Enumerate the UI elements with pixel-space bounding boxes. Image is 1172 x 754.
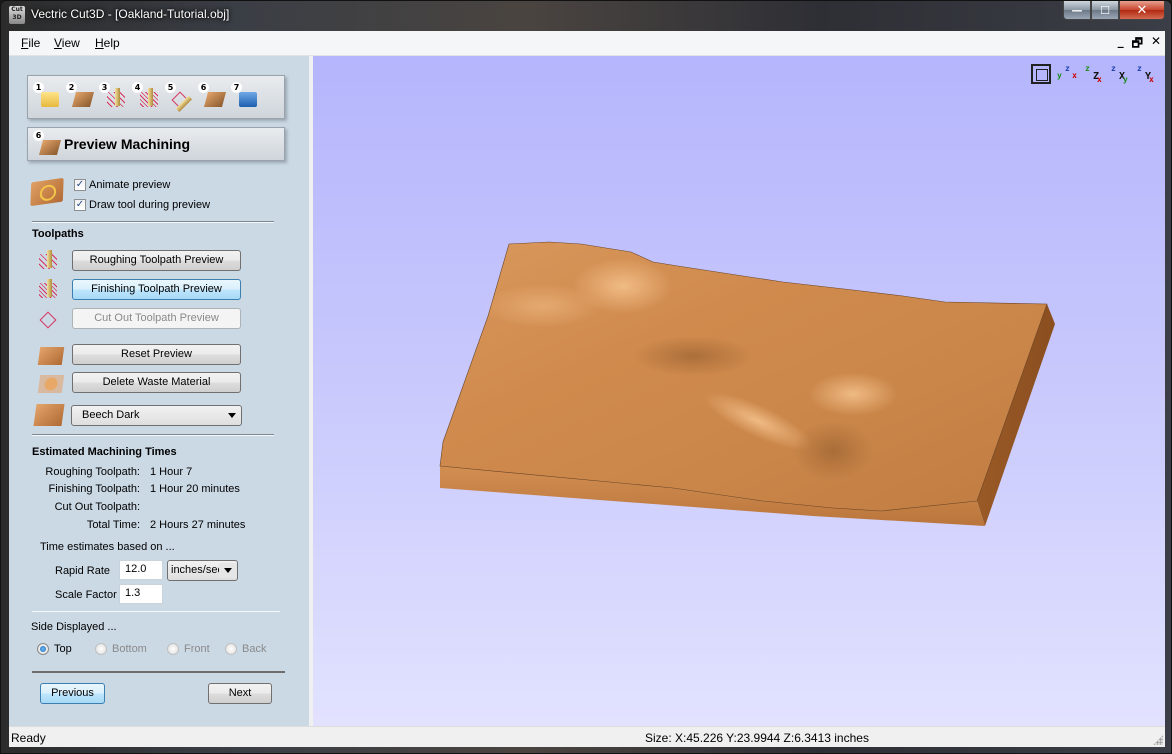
3d-viewport[interactable]: z y x z Z x z X y z Y x xyxy=(313,56,1165,726)
side-bottom-radio[interactable]: Bottom xyxy=(95,643,147,655)
model-size-readout: Size: X:45.226 Y:23.9944 Z:6.3413 inches xyxy=(645,731,869,745)
model-top-surface xyxy=(439,241,1048,512)
divider xyxy=(32,611,280,612)
checkbox-check-icon: ✓ xyxy=(74,179,86,191)
radio-icon xyxy=(225,643,237,655)
previous-button[interactable]: Previous xyxy=(40,683,105,704)
roughing-time-value: 1 Hour 7 xyxy=(150,466,193,478)
side-top-radio[interactable]: Top xyxy=(37,643,72,655)
finishing-preview-button[interactable]: Finishing Toolpath Preview xyxy=(72,279,241,300)
mdi-restore-button[interactable]: 🗗 xyxy=(1132,34,1143,55)
app-window: Cut 3D Vectric Cut3D - [Oakland-Tutorial… xyxy=(0,0,1172,754)
radio-icon xyxy=(37,643,49,655)
rapid-rate-label: Rapid Rate xyxy=(55,565,111,577)
total-time-label: Total Time: xyxy=(86,519,140,531)
step-7-save-button[interactable]: 7 xyxy=(231,82,258,110)
chevron-down-icon xyxy=(228,413,236,418)
finishing-time-value: 1 Hour 20 minutes xyxy=(150,483,240,495)
close-button[interactable]: ✕ xyxy=(1119,1,1165,20)
step-4-finishing-button[interactable]: 4 xyxy=(132,82,159,110)
minimize-icon: — xyxy=(1071,3,1083,17)
status-text: Ready xyxy=(11,731,46,745)
step-3-roughing-button[interactable]: 3 xyxy=(99,82,126,110)
scale-factor-label: Scale Factor xyxy=(55,589,117,601)
step-header: 6 Preview Machining xyxy=(27,127,285,161)
save-toolpaths-icon xyxy=(239,92,257,107)
roughing-toolpath-icon xyxy=(39,250,61,273)
finishing-time-label: Finishing Toolpath: xyxy=(48,483,140,495)
machining-times-heading: Estimated Machining Times xyxy=(32,446,177,458)
maximize-button[interactable]: ☐ xyxy=(1091,1,1119,20)
rapid-rate-unit-select[interactable]: inches/sec xyxy=(167,560,238,581)
delete-waste-button[interactable]: Delete Waste Material xyxy=(72,372,241,393)
roughing-toolpath-icon xyxy=(107,88,125,107)
wizard-panel: 1 2 3 4 5 6 7 6 Preview Machining ✓ Anim… xyxy=(9,56,309,726)
menu-bar: File View Help _ 🗗 ✕ xyxy=(9,31,1165,56)
menu-view[interactable]: View xyxy=(54,36,80,50)
page-title: Preview Machining xyxy=(64,136,191,152)
terrain-ridge-highlight xyxy=(483,284,603,328)
next-button[interactable]: Next xyxy=(208,683,272,704)
cutout-toolpath-icon xyxy=(171,91,189,109)
terrain-ridge-highlight xyxy=(808,372,898,416)
animate-preview-checkbox[interactable]: ✓ Animate preview xyxy=(74,179,170,191)
reset-preview-icon xyxy=(37,347,65,365)
step-6-preview-button[interactable]: 6 xyxy=(198,82,227,110)
resize-grip[interactable] xyxy=(1153,735,1163,745)
finishing-toolpath-icon xyxy=(140,88,158,107)
reset-preview-button[interactable]: Reset Preview xyxy=(72,344,241,365)
cutout-preview-button[interactable]: Cut Out Toolpath Preview xyxy=(72,308,241,329)
material-select[interactable]: Beech Dark xyxy=(71,405,242,426)
material-swatch-icon xyxy=(33,404,65,426)
mdi-minimize-button[interactable]: _ xyxy=(1118,34,1124,55)
title-bar[interactable]: Cut 3D Vectric Cut3D - [Oakland-Tutorial… xyxy=(1,1,1171,31)
preview-machining-icon xyxy=(38,140,62,155)
step-5-cutout-button[interactable]: 5 xyxy=(165,82,192,110)
cutout-time-label: Cut Out Toolpath: xyxy=(54,501,140,513)
open-folder-icon xyxy=(41,92,59,107)
wizard-steps-bar: 1 2 3 4 5 6 7 xyxy=(27,75,285,119)
rapid-rate-input[interactable]: 12.0 xyxy=(119,560,163,580)
side-back-radio[interactable]: Back xyxy=(225,643,266,655)
app-icon[interactable]: Cut 3D xyxy=(9,6,25,24)
roughing-preview-button[interactable]: Roughing Toolpath Preview xyxy=(72,250,241,271)
material-block-icon xyxy=(71,92,95,107)
mdi-close-button[interactable]: ✕ xyxy=(1151,34,1161,55)
maximize-icon: ☐ xyxy=(1100,3,1110,17)
side-displayed-heading: Side Displayed ... xyxy=(31,621,117,633)
toolpaths-heading: Toolpaths xyxy=(32,228,84,240)
finishing-toolpath-icon xyxy=(39,279,61,302)
draw-tool-checkbox[interactable]: ✓ Draw tool during preview xyxy=(74,199,210,211)
divider xyxy=(32,221,274,223)
step-2-material-button[interactable]: 2 xyxy=(66,82,95,110)
radio-icon xyxy=(167,643,179,655)
total-time-value: 2 Hours 27 minutes xyxy=(150,519,246,531)
terrain-valley-shadow xyxy=(633,336,753,376)
terrain-model[interactable] xyxy=(313,56,1165,726)
divider xyxy=(32,671,285,673)
menu-file[interactable]: File xyxy=(21,36,40,50)
cutout-toolpath-icon xyxy=(39,309,61,331)
radio-icon xyxy=(95,643,107,655)
roughing-time-label: Roughing Toolpath: xyxy=(45,466,140,478)
window-title: Vectric Cut3D - [Oakland-Tutorial.obj] xyxy=(31,7,230,21)
chevron-down-icon xyxy=(224,568,232,573)
close-icon: ✕ xyxy=(1136,2,1148,18)
divider xyxy=(32,434,274,436)
delete-waste-icon xyxy=(37,375,65,393)
time-estimates-note: Time estimates based on ... xyxy=(40,541,175,553)
terrain-valley-shadow xyxy=(793,421,873,481)
menu-help[interactable]: Help xyxy=(95,36,120,50)
client-area: File View Help _ 🗗 ✕ 1 2 3 4 5 6 7 6 Pre… xyxy=(9,31,1165,747)
checkbox-check-icon: ✓ xyxy=(74,199,86,211)
preview-machining-icon xyxy=(203,92,227,107)
animate-preview-icon xyxy=(30,177,64,207)
side-front-radio[interactable]: Front xyxy=(167,643,210,655)
scale-factor-input[interactable]: 1.3 xyxy=(119,584,163,604)
status-bar: Ready Size: X:45.226 Y:23.9944 Z:6.3413 … xyxy=(9,726,1165,747)
step-1-open-button[interactable]: 1 xyxy=(33,82,60,110)
minimize-button[interactable]: — xyxy=(1063,1,1091,20)
